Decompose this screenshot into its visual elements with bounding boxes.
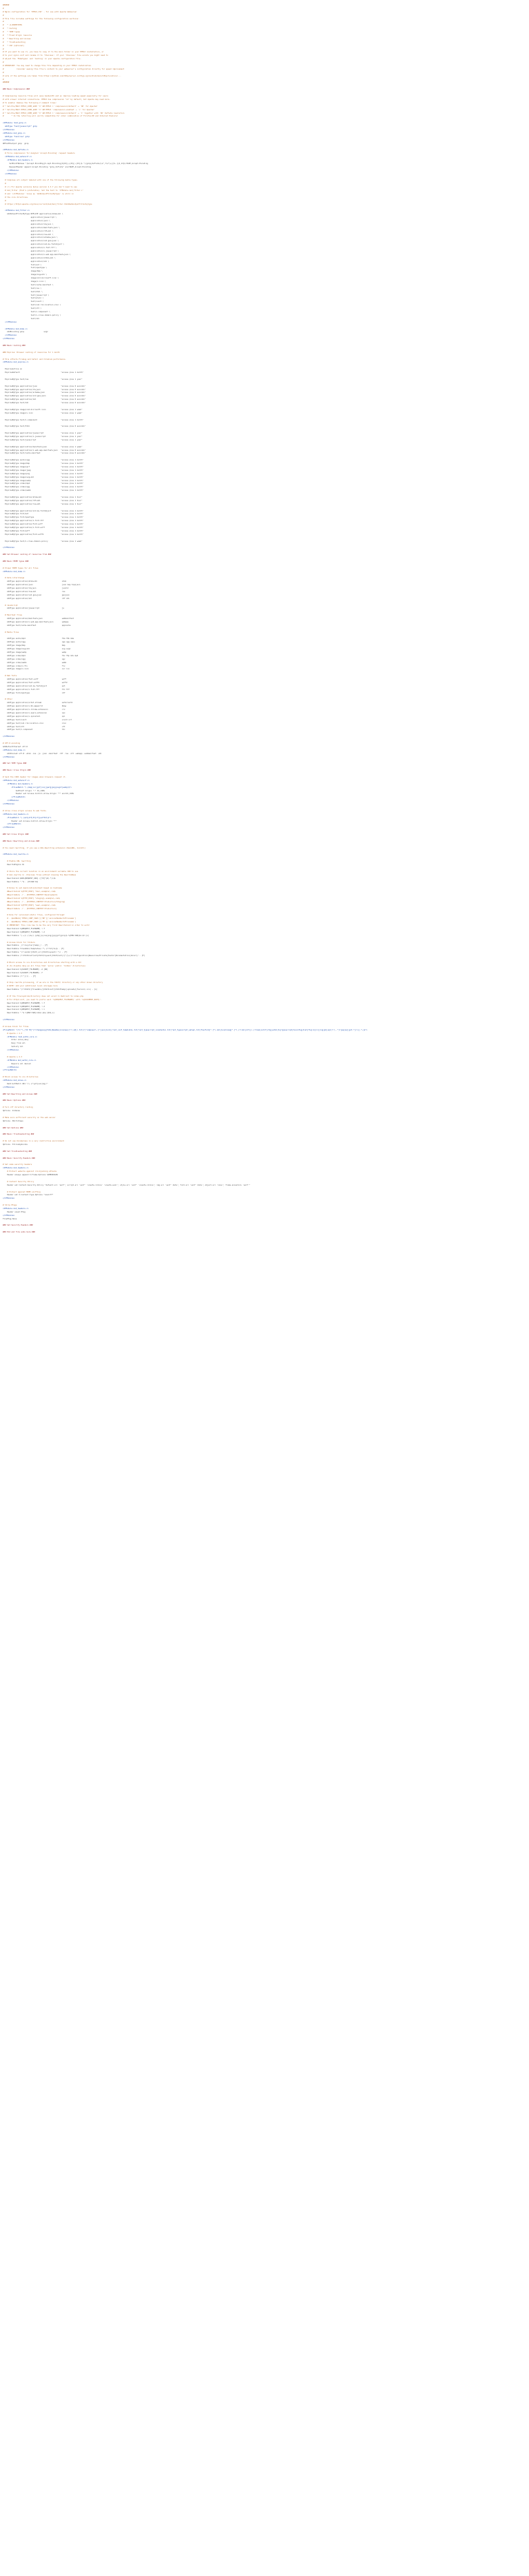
code-editor[interactable]: ###### # # Nginx configuration for 'HTML5_…	[0, 0, 529, 2576]
code-line: ### End and file ends here ###	[3, 1231, 35, 1234]
